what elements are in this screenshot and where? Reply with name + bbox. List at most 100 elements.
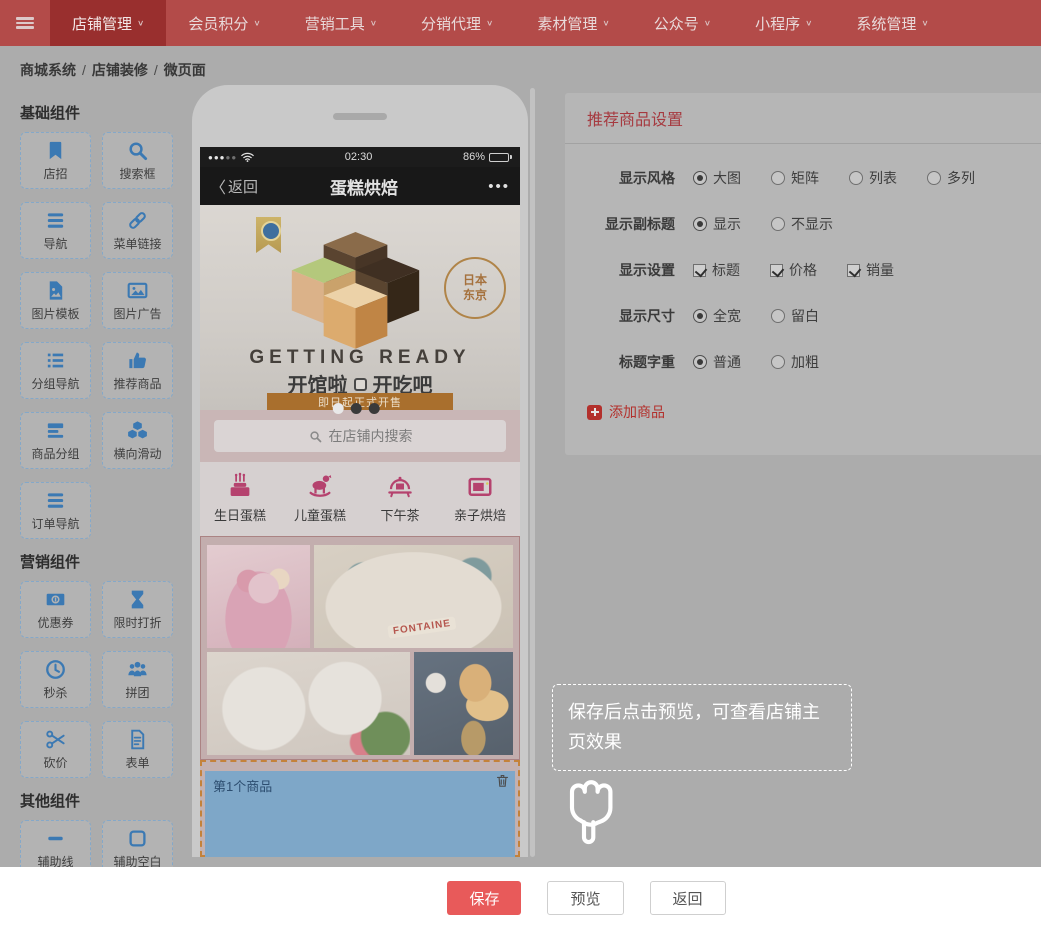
search-icon — [308, 429, 323, 444]
option-radio[interactable]: 全宽 — [693, 306, 741, 326]
hero-banner-component[interactable]: 日本东京 GETTING READY 开馆啦开吃吧 即日起正式开售 — [200, 205, 520, 410]
component-label: 导航 — [43, 235, 67, 252]
nav-item[interactable]: 会员积分∨ — [166, 0, 282, 46]
option-radio[interactable]: 留白 — [771, 306, 819, 326]
option-radio[interactable]: 大图 — [693, 168, 741, 188]
component-button[interactable]: 限时打折 — [102, 581, 173, 638]
radio-checked-icon[interactable] — [693, 217, 707, 231]
category-item[interactable]: 下午茶 — [360, 471, 440, 536]
option-radio[interactable]: 多列 — [927, 168, 975, 188]
japan-stamp-icon: 日本东京 — [444, 257, 506, 319]
option-radio[interactable]: 显示 — [693, 214, 741, 234]
nav-item[interactable]: 系统管理∨ — [834, 0, 950, 46]
component-button[interactable]: 表单 — [102, 721, 173, 778]
option-radio[interactable]: 列表 — [849, 168, 897, 188]
category-item[interactable]: 生日蛋糕 — [200, 471, 280, 536]
hamburger-menu-icon[interactable] — [0, 0, 50, 46]
battery-percent: 86% — [463, 151, 485, 163]
recommended-products-component[interactable]: 第1个商品 — [200, 760, 520, 857]
radio-unchecked-icon[interactable] — [771, 171, 785, 185]
option-radio[interactable]: 普通 — [693, 352, 741, 372]
settings-row: 显示尺寸全宽留白 — [565, 304, 1041, 328]
option-checkbox[interactable]: 价格 — [770, 260, 817, 280]
component-button[interactable]: 图片广告 — [102, 272, 173, 329]
birthday-cake-icon — [225, 471, 255, 501]
scrollbar[interactable] — [530, 88, 535, 857]
category-item[interactable]: 儿童蛋糕 — [280, 471, 360, 536]
radio-unchecked-icon[interactable] — [927, 171, 941, 185]
phone-speaker — [333, 113, 387, 120]
component-label: 搜索框 — [119, 165, 155, 182]
component-button[interactable]: 横向滑动 — [102, 412, 173, 469]
checkbox-checked-icon[interactable] — [770, 264, 783, 277]
photo-text: FONTAINE — [387, 616, 457, 638]
chevron-down-icon: ∨ — [253, 19, 260, 28]
breadcrumb-part[interactable]: 店铺装修 — [92, 62, 148, 78]
option-radio[interactable]: 不显示 — [771, 214, 833, 234]
category-nav-component[interactable]: 生日蛋糕儿童蛋糕下午茶 亲子烘焙 — [200, 462, 520, 536]
trash-icon[interactable] — [495, 773, 510, 788]
option-checkbox[interactable]: 标题 — [693, 260, 740, 280]
chevron-down-icon: ∨ — [704, 19, 711, 28]
settings-row: 显示副标题显示不显示 — [565, 212, 1041, 236]
square-icon — [126, 827, 149, 850]
chevron-down-icon: ∨ — [137, 19, 144, 28]
nav-item[interactable]: 公众号∨ — [632, 0, 733, 46]
category-label: 下午茶 — [380, 505, 419, 524]
component-label: 店招 — [43, 165, 67, 182]
preview-button[interactable]: 预览 — [547, 881, 623, 915]
component-button[interactable]: 图片模板 — [20, 272, 91, 329]
nav-item[interactable]: 小程序∨ — [733, 0, 834, 46]
chevron-left-icon: 〈 — [210, 174, 226, 198]
radio-unchecked-icon[interactable] — [771, 309, 785, 323]
nav-item[interactable]: 店铺管理∨ — [50, 0, 166, 46]
component-button[interactable]: 菜单链接 — [102, 202, 173, 259]
category-item[interactable]: 亲子烘焙 — [440, 471, 520, 536]
nav-item[interactable]: 素材管理∨ — [515, 0, 631, 46]
radio-checked-icon[interactable] — [693, 309, 707, 323]
nav-item[interactable]: 营销工具∨ — [283, 0, 399, 46]
section-title: 基础组件 — [20, 102, 176, 123]
component-button[interactable]: 砍价 — [20, 721, 91, 778]
radio-unchecked-icon[interactable] — [771, 355, 785, 369]
nav-item[interactable]: 分销代理∨ — [399, 0, 515, 46]
search-component[interactable]: 在店铺内搜索 — [200, 410, 520, 462]
checkbox-checked-icon[interactable] — [693, 264, 706, 277]
add-product-link[interactable]: 添加商品 — [587, 402, 1041, 422]
radio-checked-icon[interactable] — [693, 171, 707, 185]
component-button[interactable]: 商品分组 — [20, 412, 91, 469]
option-radio[interactable]: 矩阵 — [771, 168, 819, 188]
checkbox-checked-icon[interactable] — [847, 264, 860, 277]
component-button[interactable]: 推荐商品 — [102, 342, 173, 399]
component-button[interactable]: 优惠券 — [20, 581, 91, 638]
back-link[interactable]: 〈 返回 — [210, 174, 258, 198]
component-button[interactable]: 订单导航 — [20, 482, 91, 539]
component-button[interactable]: 导航 — [20, 202, 91, 259]
carousel-dots[interactable] — [333, 403, 380, 414]
radio-checked-icon[interactable] — [693, 355, 707, 369]
option-checkbox[interactable]: 销量 — [847, 260, 894, 280]
users-icon — [126, 658, 149, 681]
wifi-icon — [241, 152, 254, 162]
chevron-down-icon: ∨ — [370, 19, 377, 28]
phone-app-bar: 〈 返回 蛋糕烘焙 ••• — [200, 167, 520, 205]
component-button[interactable]: 秒杀 — [20, 651, 91, 708]
save-button[interactable]: 保存 — [447, 881, 521, 915]
component-button[interactable]: 拼团 — [102, 651, 173, 708]
component-label: 拼团 — [125, 684, 149, 701]
radio-unchecked-icon[interactable] — [849, 171, 863, 185]
photo-fairy-cake — [207, 545, 310, 648]
bread-cubes-illustration — [281, 215, 431, 353]
component-button[interactable]: 分组导航 — [20, 342, 91, 399]
component-button[interactable]: 店招 — [20, 132, 91, 189]
image-icon — [126, 279, 149, 302]
component-button[interactable]: 搜索框 — [102, 132, 173, 189]
shop-search-input[interactable]: 在店铺内搜索 — [214, 420, 506, 452]
option-radio[interactable]: 加粗 — [771, 352, 819, 372]
photo-grid-component[interactable]: FONTAINE — [200, 536, 520, 760]
product-placeholder-block[interactable]: 第1个商品 — [205, 771, 515, 857]
return-button[interactable]: 返回 — [650, 881, 726, 915]
breadcrumb-part[interactable]: 商城系统 — [20, 62, 76, 78]
radio-unchecked-icon[interactable] — [771, 217, 785, 231]
more-icon[interactable]: ••• — [470, 178, 510, 195]
